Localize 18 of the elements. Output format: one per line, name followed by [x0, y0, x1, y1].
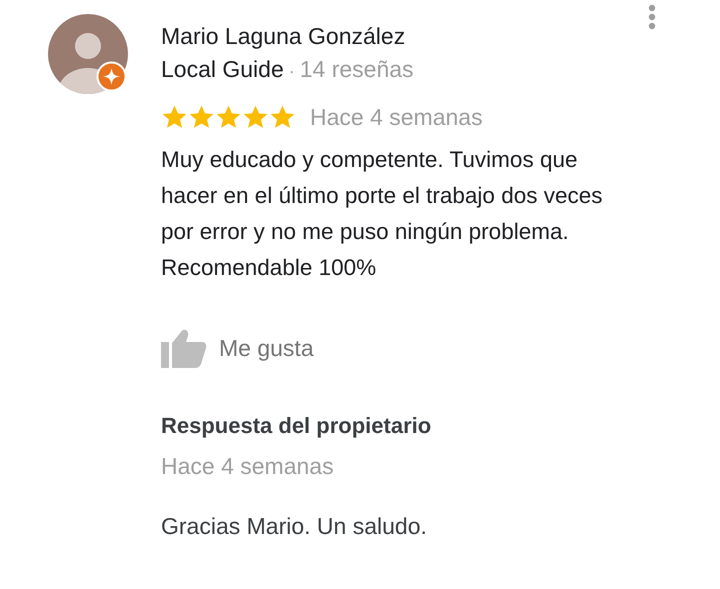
- review-date: Hace 4 semanas: [310, 102, 483, 132]
- star-icon: [188, 104, 215, 130]
- like-button[interactable]: Me gusta: [161, 328, 314, 368]
- owner-response-date: Hace 4 semanas: [161, 452, 335, 481]
- owner-response-title: Respuesta del propietario: [161, 412, 432, 440]
- star-icon: [161, 104, 188, 130]
- review-text: Muy educado y competente. Tuvimos que hacer en el último porte el trabajo dos veces por error y no me puso ningún problema. Recomendable 100%: [161, 146, 604, 282]
- review-count: 14 reseñas: [300, 55, 414, 84]
- local-guide-badge-icon: [96, 61, 127, 92]
- reviewer-level: Local Guide: [161, 55, 284, 84]
- star-icon: [269, 104, 296, 130]
- separator: ·: [288, 60, 295, 83]
- star-icon: [215, 104, 242, 130]
- star-icon: [242, 104, 269, 130]
- more-options-icon: [648, 4, 656, 30]
- thumbs-up-icon: [161, 328, 207, 368]
- reviewer-name: Mario Laguna González: [161, 22, 406, 51]
- owner-response-text: Gracias Mario. Un saludo.: [161, 512, 428, 541]
